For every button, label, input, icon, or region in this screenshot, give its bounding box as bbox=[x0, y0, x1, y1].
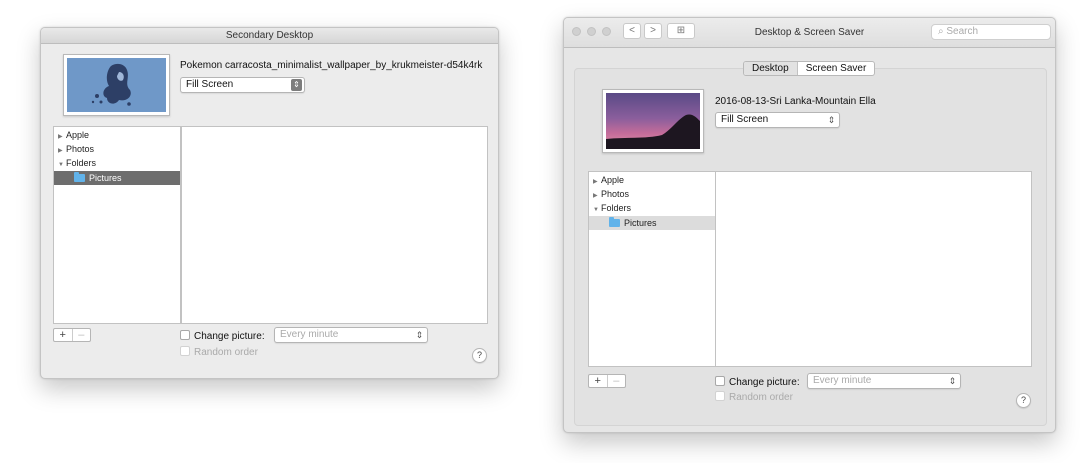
interval-popup[interactable]: Every minute ⇕ bbox=[807, 373, 961, 389]
help-button[interactable]: ? bbox=[1016, 393, 1031, 408]
back-button[interactable]: < bbox=[623, 23, 641, 39]
tab-desktop[interactable]: Desktop bbox=[744, 62, 798, 75]
remove-button[interactable]: – bbox=[71, 329, 91, 341]
interval-popup[interactable]: Every minute ⇕ bbox=[274, 327, 428, 343]
grid-icon: ⊞ bbox=[676, 25, 686, 36]
fit-mode-popup[interactable]: Fill Screen ⇕ bbox=[715, 112, 840, 128]
remove-button[interactable]: – bbox=[606, 375, 626, 387]
tab-bar: Desktop Screen Saver bbox=[743, 61, 876, 76]
zoom-window-button[interactable] bbox=[602, 27, 611, 36]
source-label: Pictures bbox=[624, 218, 657, 228]
checkbox-box[interactable] bbox=[180, 346, 190, 356]
source-label: Photos bbox=[66, 144, 95, 154]
chevron-updown-icon: ⇕ bbox=[415, 330, 424, 340]
source-label: Apple bbox=[601, 175, 625, 185]
change-picture-checkbox[interactable]: Change picture: bbox=[180, 330, 265, 343]
desktop-screen-saver-window: Desktop & Screen Saver < > ⊞ ⌕ Search De… bbox=[563, 17, 1056, 433]
random-order-label: Random order bbox=[729, 392, 793, 403]
source-label: Apple bbox=[66, 130, 90, 140]
window-title: Secondary Desktop bbox=[41, 28, 498, 44]
mountain-image-icon bbox=[606, 114, 700, 149]
change-picture-label: Change picture: bbox=[194, 331, 265, 342]
chevron-updown-icon: ⇕ bbox=[291, 79, 302, 91]
checkbox-box[interactable] bbox=[715, 391, 725, 401]
source-label: Pictures bbox=[89, 173, 122, 183]
source-label: Folders bbox=[601, 203, 632, 213]
source-list: ▶ Apple ▶ Photos ▼ Folders Pictures bbox=[588, 171, 716, 367]
source-item-pictures[interactable]: Pictures bbox=[589, 216, 715, 230]
source-item-apple[interactable]: ▶ Apple bbox=[589, 173, 715, 187]
fit-mode-value: Fill Screen bbox=[186, 79, 234, 90]
close-window-button[interactable] bbox=[572, 27, 581, 36]
random-order-checkbox[interactable]: Random order bbox=[715, 391, 793, 404]
carracosta-image-icon bbox=[91, 63, 131, 106]
change-picture-checkbox[interactable]: Change picture: bbox=[715, 376, 800, 389]
chevron-updown-icon: ⇕ bbox=[827, 115, 836, 125]
add-remove-control: + – bbox=[53, 328, 91, 342]
source-item-photos[interactable]: ▶ Photos bbox=[54, 142, 180, 156]
disclosure-triangle-icon[interactable]: ▼ bbox=[58, 158, 66, 172]
search-icon: ⌕ bbox=[938, 26, 944, 37]
chevron-updown-icon: ⇕ bbox=[948, 376, 957, 386]
help-button[interactable]: ? bbox=[472, 348, 487, 363]
window-title: Desktop & Screen Saver bbox=[754, 27, 865, 38]
image-grid[interactable] bbox=[715, 171, 1032, 367]
source-item-photos[interactable]: ▶ Photos bbox=[589, 187, 715, 201]
source-item-folders[interactable]: ▼ Folders bbox=[589, 201, 715, 215]
image-grid[interactable] bbox=[181, 126, 488, 324]
source-label: Folders bbox=[66, 158, 97, 168]
add-button[interactable]: + bbox=[589, 375, 607, 387]
random-order-checkbox[interactable]: Random order bbox=[180, 346, 258, 359]
source-list: ▶ Apple ▶ Photos ▼ Folders Pictures bbox=[53, 126, 181, 324]
source-item-pictures[interactable]: Pictures bbox=[54, 171, 180, 185]
source-item-apple[interactable]: ▶ Apple bbox=[54, 128, 180, 142]
source-item-folders[interactable]: ▼ Folders bbox=[54, 156, 180, 170]
search-placeholder: Search bbox=[946, 26, 979, 37]
interval-value: Every minute bbox=[280, 329, 339, 340]
fit-mode-popup[interactable]: Fill Screen ⇕ bbox=[180, 77, 305, 93]
change-picture-label: Change picture: bbox=[729, 377, 800, 388]
random-order-label: Random order bbox=[194, 347, 258, 358]
wallpaper-name: 2016-08-13-Sri Lanka-Mountain Ella bbox=[715, 96, 876, 107]
add-remove-control: + – bbox=[588, 374, 626, 388]
wallpaper-preview bbox=[602, 89, 704, 153]
source-label: Photos bbox=[601, 189, 630, 199]
add-button[interactable]: + bbox=[54, 329, 72, 341]
minimize-window-button[interactable] bbox=[587, 27, 596, 36]
forward-button[interactable]: > bbox=[644, 23, 662, 39]
secondary-desktop-window: Secondary Desktop Pokemon carracosta_min… bbox=[40, 27, 499, 379]
show-all-grid-button[interactable]: ⊞ bbox=[667, 23, 695, 39]
tab-screen-saver[interactable]: Screen Saver bbox=[798, 62, 875, 75]
fit-mode-value: Fill Screen bbox=[721, 114, 769, 125]
interval-value: Every minute bbox=[813, 375, 872, 386]
search-field[interactable]: ⌕ Search bbox=[931, 24, 1051, 40]
folder-icon bbox=[74, 172, 85, 182]
disclosure-triangle-icon[interactable]: ▼ bbox=[593, 203, 601, 217]
folder-icon bbox=[609, 217, 620, 227]
wallpaper-name: Pokemon carracosta_minimalist_wallpaper_… bbox=[180, 60, 483, 71]
checkbox-box[interactable] bbox=[180, 330, 190, 340]
wallpaper-preview bbox=[63, 54, 170, 116]
checkbox-box[interactable] bbox=[715, 376, 725, 386]
